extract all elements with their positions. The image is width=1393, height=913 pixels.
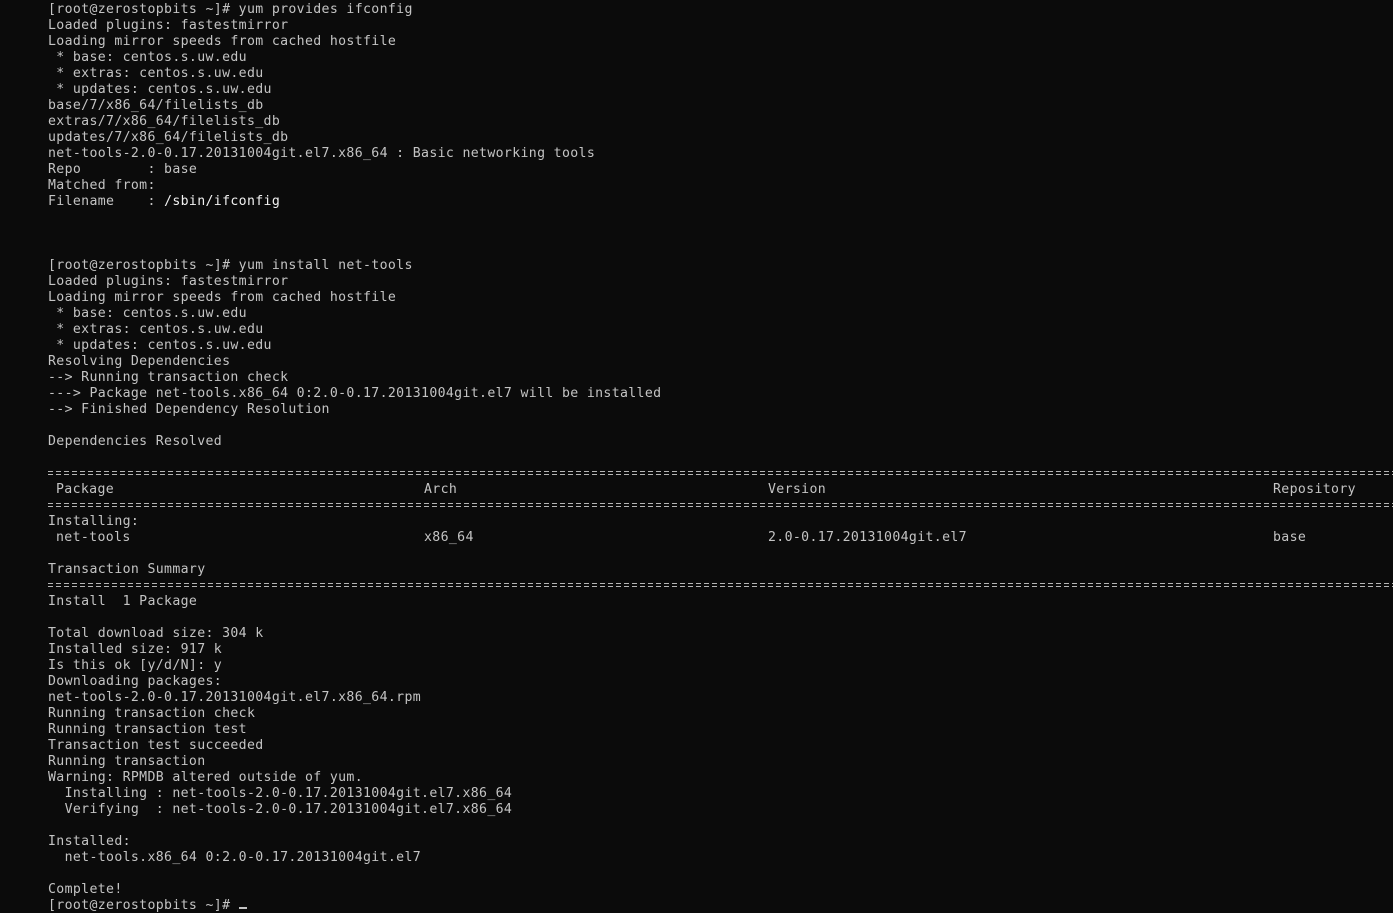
terminal-line: Matched from:: [48, 178, 156, 193]
terminal-line: Installed size: 917 k: [48, 642, 223, 657]
terminal-line: Running transaction check: [48, 706, 256, 721]
terminal-line: Loaded plugins: fastestmirror: [48, 274, 289, 289]
install-count-line: Install 1 Package: [48, 594, 198, 609]
terminal-line: * base: centos.s.uw.edu: [48, 50, 247, 65]
deps-resolved-line: Dependencies Resolved: [48, 434, 223, 449]
table-rule-top: [48, 466, 1393, 482]
terminal-line: net-tools-2.0-0.17.20131004git.el7.x86_6…: [48, 146, 596, 161]
terminal-line: Total download size: 304 k: [48, 626, 264, 641]
terminal-line: Loading mirror speeds from cached hostfi…: [48, 290, 397, 305]
filename-value: /sbin/ifconfig: [164, 194, 281, 209]
table-cell-repository: base: [1273, 530, 1307, 545]
terminal-line: extras/7/x86_64/filelists_db: [48, 114, 281, 129]
table-rule-summary: [48, 578, 1393, 594]
terminal-line: Installing : net-tools-2.0-0.17.20131004…: [48, 786, 513, 801]
terminal-line: Is this ok [y/d/N]: y: [48, 658, 223, 673]
final-prompt-line[interactable]: [root@zerostopbits ~]#: [48, 898, 247, 913]
table-cell-version: 2.0-0.17.20131004git.el7: [768, 530, 967, 545]
terminal-line: Repo : base: [48, 162, 198, 177]
filename-line: Filename : /sbin/ifconfig: [48, 194, 280, 210]
terminal-line: --> Finished Dependency Resolution: [48, 402, 330, 417]
terminal-line: ---> Package net-tools.x86_64 0:2.0-0.17…: [48, 386, 662, 401]
col-header-package: Package: [56, 482, 115, 497]
terminal-line: [root@zerostopbits ~]# yum install net-t…: [48, 258, 413, 273]
terminal-line: base/7/x86_64/filelists_db: [48, 98, 264, 113]
terminal-line: * base: centos.s.uw.edu: [48, 306, 247, 321]
terminal-line: * updates: centos.s.uw.edu: [48, 338, 272, 353]
text-cursor[interactable]: [238, 907, 247, 909]
table-cell-package: net-tools: [56, 530, 131, 545]
filename-label: Filename :: [48, 194, 165, 209]
installed-label: Installed:: [48, 834, 131, 849]
terminal-line: * extras: centos.s.uw.edu: [48, 322, 264, 337]
terminal-line: Running transaction: [48, 754, 206, 769]
terminal-line: Running transaction test: [48, 722, 247, 737]
terminal-line: * updates: centos.s.uw.edu: [48, 82, 272, 97]
terminal-line: [root@zerostopbits ~]# yum provides ifco…: [48, 2, 413, 17]
terminal-line: Verifying : net-tools-2.0-0.17.20131004g…: [48, 802, 513, 817]
terminal-line: Transaction test succeeded: [48, 738, 264, 753]
table-section-label: Installing:: [48, 514, 140, 529]
shell-prompt: [root@zerostopbits ~]#: [48, 898, 239, 913]
terminal-line: --> Running transaction check: [48, 370, 289, 385]
installed-package-line: net-tools.x86_64 0:2.0-0.17.20131004git.…: [48, 850, 422, 865]
complete-line: Complete!: [48, 882, 123, 897]
terminal-line: Loaded plugins: fastestmirror: [48, 18, 289, 33]
col-header-version: Version: [768, 482, 827, 497]
col-header-arch: Arch: [424, 482, 458, 497]
table-cell-arch: x86_64: [424, 530, 474, 545]
terminal-line: Downloading packages:: [48, 674, 223, 689]
transaction-summary-title: Transaction Summary: [48, 562, 206, 577]
terminal-line: Loading mirror speeds from cached hostfi…: [48, 34, 397, 49]
table-rule-mid: [48, 498, 1393, 514]
terminal-line: * extras: centos.s.uw.edu: [48, 66, 264, 81]
terminal-line: Warning: RPMDB altered outside of yum.: [48, 770, 364, 785]
col-header-repository: Repository: [1273, 482, 1356, 497]
terminal-line: Resolving Dependencies: [48, 354, 231, 369]
terminal-line: updates/7/x86_64/filelists_db: [48, 130, 289, 145]
terminal-window[interactable]: [root@zerostopbits ~]# yum provides ifco…: [0, 0, 1393, 913]
terminal-line: net-tools-2.0-0.17.20131004git.el7.x86_6…: [48, 690, 422, 705]
